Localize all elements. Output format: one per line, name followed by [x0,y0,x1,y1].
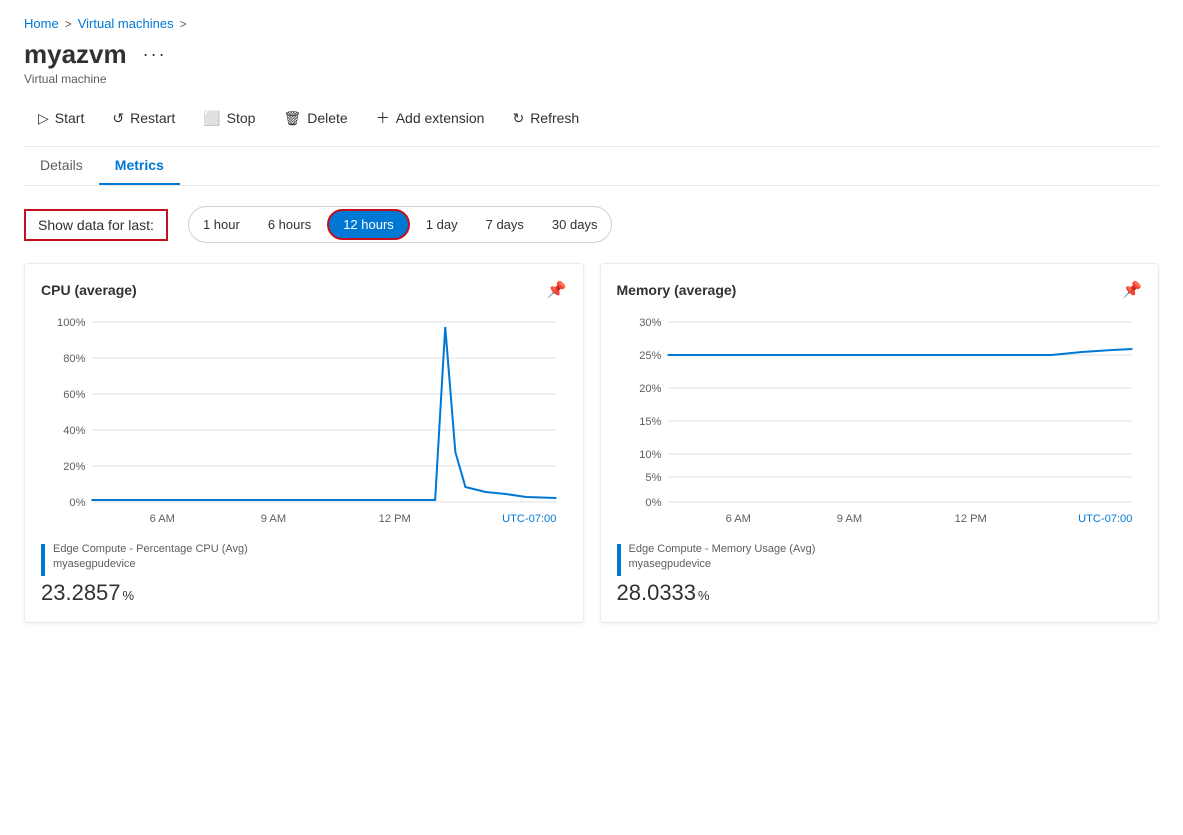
memory-chart-footer: Edge Compute - Memory Usage (Avg) myaseg… [617,542,1143,606]
breadcrumb: Home > Virtual machines > [24,16,1159,31]
vm-subtitle: Virtual machine [24,72,1159,86]
svg-text:6 AM: 6 AM [150,513,175,525]
svg-text:80%: 80% [63,353,85,365]
svg-text:UTC-07:00: UTC-07:00 [1078,513,1132,525]
charts-row: CPU (average) 📌 100% 80% 60% 40% [24,263,1159,623]
svg-text:5%: 5% [645,472,661,484]
time-btn-7days[interactable]: 7 days [472,211,538,238]
tab-details[interactable]: Details [24,147,99,185]
cpu-chart-header: CPU (average) 📌 [41,280,567,300]
svg-text:9 AM: 9 AM [836,513,861,525]
memory-chart-svg: 30% 25% 20% 15% 10% 5% 0% 6 AM 9 AM 12 P… [617,312,1143,532]
svg-text:9 AM: 9 AM [261,513,286,525]
cpu-chart-svg: 100% 80% 60% 40% 20% 0% 6 AM 9 AM 12 PM … [41,312,567,532]
svg-text:40%: 40% [63,425,85,437]
refresh-icon: ↻ [512,110,524,127]
svg-text:20%: 20% [639,383,661,395]
svg-text:20%: 20% [63,461,85,473]
svg-text:100%: 100% [57,317,86,329]
memory-chart-title: Memory (average) [617,282,737,298]
delete-button[interactable]: 🗑 Delete [269,104,361,133]
svg-text:25%: 25% [639,350,661,362]
svg-text:12 PM: 12 PM [379,513,411,525]
svg-text:30%: 30% [639,317,661,329]
breadcrumb-sep1: > [65,17,72,31]
cpu-chart-card: CPU (average) 📌 100% 80% 60% 40% [24,263,584,623]
stop-button[interactable]: ⬜ Stop [189,104,269,133]
cpu-chart-area: 100% 80% 60% 40% 20% 0% 6 AM 9 AM 12 PM … [41,312,567,532]
cpu-legend-name: Edge Compute - Percentage CPU (Avg) [53,542,248,557]
time-btn-12hours[interactable]: 12 hours [327,209,410,240]
memory-legend-bar [617,544,621,576]
vm-title: myazvm [24,39,127,70]
breadcrumb-vms[interactable]: Virtual machines [78,16,174,31]
delete-icon: 🗑 [283,110,301,127]
breadcrumb-home[interactable]: Home [24,16,59,31]
tabs: Details Metrics [24,147,1159,186]
stop-icon: ⬜ [203,110,220,127]
svg-text:0%: 0% [645,497,661,509]
tab-metrics[interactable]: Metrics [99,147,180,185]
svg-text:6 AM: 6 AM [725,513,750,525]
filter-row: Show data for last: 1 hour 6 hours 12 ho… [24,206,1159,243]
time-btn-30days[interactable]: 30 days [538,211,612,238]
time-btn-1hour[interactable]: 1 hour [189,211,254,238]
svg-text:0%: 0% [69,497,85,509]
restart-icon: ↺ [112,110,124,127]
cpu-legend-value: 23.2857 % [41,580,567,606]
show-data-label: Show data for last: [24,209,168,241]
cpu-legend-device: myasegpudevice [53,557,248,572]
add-icon: ＋ [376,108,390,128]
memory-legend-name: Edge Compute - Memory Usage (Avg) [629,542,816,557]
add-extension-button[interactable]: ＋ Add extension [362,102,499,134]
refresh-button[interactable]: ↻ Refresh [498,104,593,133]
start-icon: ▷ [38,110,49,127]
cpu-pin-icon[interactable]: 📌 [547,280,567,300]
svg-text:UTC-07:00: UTC-07:00 [502,513,556,525]
breadcrumb-sep2: > [180,17,187,31]
cpu-chart-footer: Edge Compute - Percentage CPU (Avg) myas… [41,542,567,606]
vm-header: myazvm ··· [24,39,1159,70]
time-btn-6hours[interactable]: 6 hours [254,211,325,238]
cpu-legend-bar [41,544,45,576]
memory-chart-header: Memory (average) 📌 [617,280,1143,300]
memory-legend-value: 28.0333 % [617,580,1143,606]
svg-text:60%: 60% [63,389,85,401]
memory-legend: Edge Compute - Memory Usage (Avg) myaseg… [617,542,1143,576]
memory-legend-device: myasegpudevice [629,557,816,572]
svg-text:15%: 15% [639,416,661,428]
memory-chart-card: Memory (average) 📌 30% 25% 20% [600,263,1160,623]
start-button[interactable]: ▷ Start [24,104,98,133]
memory-pin-icon[interactable]: 📌 [1122,280,1142,300]
memory-chart-area: 30% 25% 20% 15% 10% 5% 0% 6 AM 9 AM 12 P… [617,312,1143,532]
time-btn-1day[interactable]: 1 day [412,211,472,238]
more-options-button[interactable]: ··· [137,42,173,67]
svg-text:12 PM: 12 PM [954,513,986,525]
svg-text:10%: 10% [639,449,661,461]
toolbar: ▷ Start ↺ Restart ⬜ Stop 🗑 Delete ＋ Add … [24,102,1159,147]
cpu-chart-title: CPU (average) [41,282,137,298]
cpu-legend: Edge Compute - Percentage CPU (Avg) myas… [41,542,567,576]
restart-button[interactable]: ↺ Restart [98,104,189,133]
time-filter: 1 hour 6 hours 12 hours 1 day 7 days 30 … [188,206,613,243]
